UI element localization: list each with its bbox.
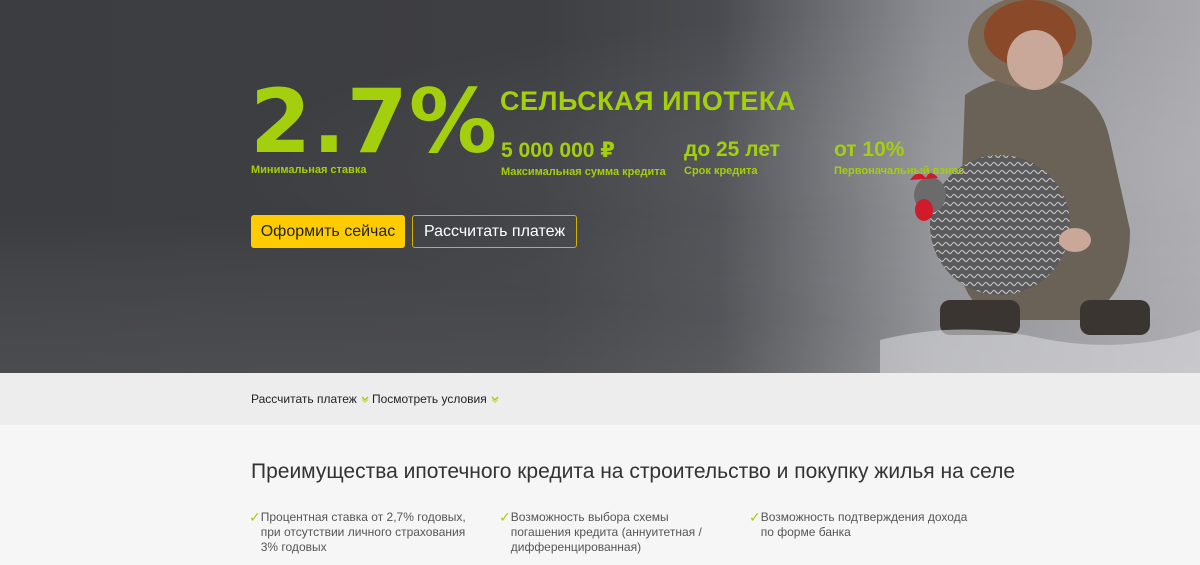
advantage-text: Возможность подтверждения дохода по форм… <box>760 510 968 539</box>
advantage-text: Процентная ставка от 2,7% годовых, при о… <box>260 510 466 554</box>
subnav-calculate-payment[interactable]: Рассчитать платеж <box>251 392 369 406</box>
stat-down-payment: от 10% Первоначальный взнос <box>834 138 964 177</box>
stat-label: Максимальная сумма кредита <box>501 166 666 178</box>
stat-label: Срок кредита <box>684 165 758 177</box>
stat-value: 5 000 000 ₽ <box>501 139 615 162</box>
chevron-down-icon <box>491 396 499 403</box>
advantages-title: Преимущества ипотечного кредита на строи… <box>251 460 1016 483</box>
min-rate-value: 2.7% <box>250 70 499 173</box>
advantage-text: Возможность выбора схемы погашения креди… <box>510 510 702 554</box>
child-with-chicken-photo <box>880 0 1200 373</box>
chevron-down-icon <box>361 396 369 403</box>
apply-now-button[interactable]: Оформить сейчас <box>251 215 405 248</box>
stat-value: до 25 лет <box>684 138 780 161</box>
min-rate-caption: Минимальная ставка <box>251 164 367 176</box>
check-icon: ✓ <box>499 509 511 525</box>
subnav-label: Посмотреть условия <box>372 392 487 406</box>
advantage-item: ✓ Возможность выбора схемы погашения кре… <box>499 510 719 555</box>
section-subnav: Рассчитать платеж Посмотреть условия <box>0 373 1200 425</box>
stat-max-amount: 5 000 000 ₽ Максимальная сумма кредита <box>501 138 666 178</box>
calculate-payment-button[interactable]: Рассчитать платеж <box>412 215 577 248</box>
subnav-label: Рассчитать платеж <box>251 392 357 406</box>
stat-label: Первоначальный взнос <box>834 165 965 177</box>
hero-banner: 2.7% Минимальная ставка СЕЛЬСКАЯ ИПОТЕКА… <box>0 0 1200 373</box>
product-title: СЕЛЬСКАЯ ИПОТЕКА <box>500 86 796 116</box>
check-icon: ✓ <box>249 509 261 525</box>
check-icon: ✓ <box>749 509 761 525</box>
stat-value: от 10% <box>834 138 905 161</box>
advantage-item: ✓ Возможность подтверждения дохода по фо… <box>749 510 979 540</box>
stat-term: до 25 лет Срок кредита <box>684 138 780 177</box>
subnav-view-conditions[interactable]: Посмотреть условия <box>372 392 499 406</box>
advantage-item: ✓ Процентная ставка от 2,7% годовых, при… <box>249 510 474 555</box>
